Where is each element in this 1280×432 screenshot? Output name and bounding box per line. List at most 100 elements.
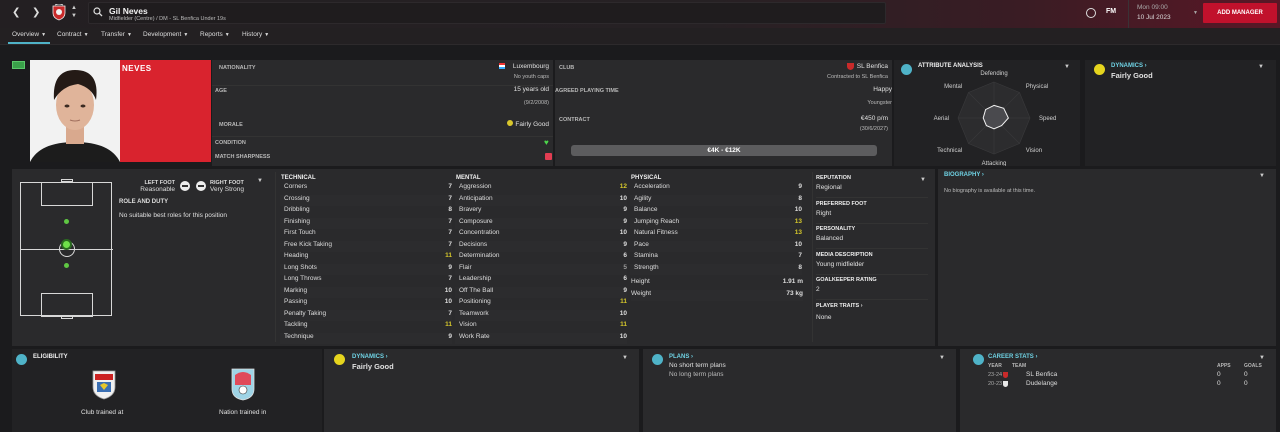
chevron-down-icon[interactable]: ▼: [1259, 173, 1265, 179]
tab-reports[interactable]: Reports ▼: [200, 31, 230, 38]
chevron-down-icon[interactable]: ▼: [257, 178, 263, 184]
attribute-row[interactable]: Composure 9: [455, 217, 627, 229]
radar-axis-label: Speed: [1039, 116, 1056, 122]
chevron-down-icon[interactable]: ▼: [939, 355, 945, 361]
date-time: Mon 09:00: [1137, 4, 1168, 11]
apps-column-header: APPS: [1217, 363, 1231, 369]
value-bar[interactable]: €4K - €12K: [571, 145, 877, 156]
chevron-down-icon[interactable]: ▼: [622, 355, 628, 361]
attribute-row[interactable]: Corners 7: [280, 183, 452, 195]
attribute-row[interactable]: First Touch 7: [280, 229, 452, 241]
attribute-row[interactable]: Anticipation 10: [455, 194, 627, 206]
nationality-value[interactable]: Luxembourg: [513, 63, 549, 70]
game-date[interactable]: Mon 09:00 10 Jul 2023 ▼: [1128, 0, 1198, 28]
attribute-row[interactable]: Bravery 9: [455, 206, 627, 218]
player-position-club: Midfielder (Centre) / DM - SL Benfica Un…: [109, 16, 226, 22]
attribute-row[interactable]: Tackling 11: [280, 321, 452, 333]
back-arrow-icon[interactable]: ❮: [12, 7, 20, 18]
attribute-row[interactable]: Heading 11: [280, 252, 452, 264]
attribute-row[interactable]: Flair 5: [455, 263, 627, 275]
attribute-row[interactable]: Leadership 6: [455, 275, 627, 287]
attribute-row[interactable]: Passing 10: [280, 298, 452, 310]
tab-transfer[interactable]: Transfer ▼: [101, 31, 132, 38]
tab-contract[interactable]: Contract ▼: [57, 31, 89, 38]
forward-arrow-icon[interactable]: ❯: [32, 7, 40, 18]
attribute-value: 10: [619, 332, 627, 340]
football-icon[interactable]: [1086, 8, 1096, 18]
chevron-down-icon[interactable]: ▼: [1258, 64, 1264, 70]
attribute-name: Free Kick Taking: [284, 240, 332, 248]
player-switch-arrows[interactable]: ▲ ▼: [71, 4, 77, 20]
attribute-name: Long Shots: [284, 263, 317, 271]
chevron-down-icon[interactable]: ▼: [920, 177, 926, 183]
attribute-row[interactable]: Pace 10: [630, 240, 802, 252]
attribute-row[interactable]: Stamina 7: [630, 252, 802, 264]
player-header-box[interactable]: Gil Neves Midfielder (Centre) / DM - SL …: [88, 2, 886, 24]
chevron-down-icon[interactable]: ▼: [1259, 355, 1265, 361]
attribute-row[interactable]: Decisions 9: [455, 240, 627, 252]
tab-overview[interactable]: Overview ▼: [7, 31, 51, 44]
role-duty-title: ROLE AND DUTY: [119, 199, 169, 205]
attribute-row[interactable]: Acceleration 9: [630, 183, 802, 195]
attribute-name: Tackling: [284, 321, 308, 328]
preferred-foot-value: Right: [816, 210, 832, 217]
plans-link[interactable]: PLANS ›: [669, 354, 693, 360]
attribute-row[interactable]: Crossing 7: [280, 194, 452, 206]
attribute-row[interactable]: Free Kick Taking 7: [280, 240, 452, 252]
career-stats-panel: CAREER STATS › ▼ YEAR TEAM APPS GOALS 23…: [960, 349, 1276, 432]
attribute-value: 13: [794, 217, 802, 225]
nation-trained-label: Nation trained in: [219, 409, 267, 416]
attribute-name: Vision: [459, 321, 477, 328]
player-traits-link[interactable]: PLAYER TRAITS ›: [816, 303, 863, 309]
attribute-row[interactable]: Dribbling 8: [280, 206, 452, 218]
year-column-header: YEAR: [988, 363, 1002, 369]
attribute-row[interactable]: Aggression 12: [455, 183, 627, 195]
attribute-row[interactable]: Technique 9: [280, 332, 452, 344]
positions-pitch[interactable]: [20, 179, 113, 319]
attribute-row[interactable]: Marking 10: [280, 286, 452, 298]
wage-value[interactable]: €450 p/m: [861, 115, 888, 122]
tab-development[interactable]: Development ▼: [143, 31, 188, 38]
attribute-row[interactable]: Jumping Reach 13: [630, 217, 802, 229]
table-row[interactable]: 20-23 Dudelange 0 0: [988, 380, 1274, 389]
attribute-row[interactable]: Balance 10: [630, 206, 802, 218]
tab-history[interactable]: History ▼: [242, 31, 269, 38]
attribute-row[interactable]: Off The Ball 9: [455, 286, 627, 298]
attribute-name: Pace: [634, 240, 649, 248]
table-row[interactable]: 23-24 SL Benfica 0 0: [988, 371, 1274, 380]
dynamics-link[interactable]: DYNAMICS ›: [352, 354, 388, 360]
attribute-row[interactable]: Natural Fitness 13: [630, 229, 802, 241]
career-stats-link[interactable]: CAREER STATS ›: [988, 354, 1037, 360]
attribute-row[interactable]: Positioning 11: [455, 298, 627, 310]
reputation-value: Regional: [816, 184, 842, 191]
attribute-value: 11: [620, 321, 627, 328]
search-icon[interactable]: [93, 7, 103, 17]
attribute-row[interactable]: Teamwork 10: [455, 309, 627, 321]
add-manager-button[interactable]: ADD MANAGER: [1203, 3, 1277, 23]
attribute-row[interactable]: Penalty Taking 7: [280, 309, 452, 321]
attribute-row[interactable]: Determination 6: [455, 252, 627, 264]
nationality-label: NATIONALITY: [219, 65, 256, 71]
attribute-name: Aggression: [459, 183, 492, 190]
attribute-row[interactable]: Agility 8: [630, 194, 802, 206]
attribute-row[interactable]: Long Shots 9: [280, 263, 452, 275]
radar-axis-label: Vision: [1026, 148, 1042, 154]
attribute-row[interactable]: Vision 11: [455, 321, 627, 333]
radar-axis-label: Attacking: [982, 161, 1007, 166]
attribute-analysis-panel: ATTRIBUTE ANALYSIS ▼ Defending Physical Sp…: [894, 60, 1080, 166]
attribute-row[interactable]: Work Rate 10: [455, 332, 627, 344]
transfer-value: €4K - €12K: [707, 147, 741, 154]
attribute-value: 7: [448, 275, 452, 282]
fm-logo[interactable]: FM: [1106, 8, 1116, 15]
attribute-row[interactable]: Strength 8: [630, 263, 802, 275]
morale-value[interactable]: Fairly Good: [507, 120, 549, 128]
attribute-row[interactable]: Long Throws 7: [280, 275, 452, 287]
condition-label: CONDITION: [215, 140, 246, 146]
attribute-row[interactable]: Finishing 7: [280, 217, 452, 229]
goals-column-header: GOALS: [1244, 363, 1262, 369]
dynamics-link[interactable]: DYNAMICS ›: [1111, 63, 1147, 69]
club-value[interactable]: SL Benfica: [857, 63, 888, 70]
attribute-row[interactable]: Concentration 10: [455, 229, 627, 241]
biography-link[interactable]: BIOGRAPHY ›: [944, 172, 984, 178]
preferred-foot-label: PREFERRED FOOT: [816, 201, 867, 207]
